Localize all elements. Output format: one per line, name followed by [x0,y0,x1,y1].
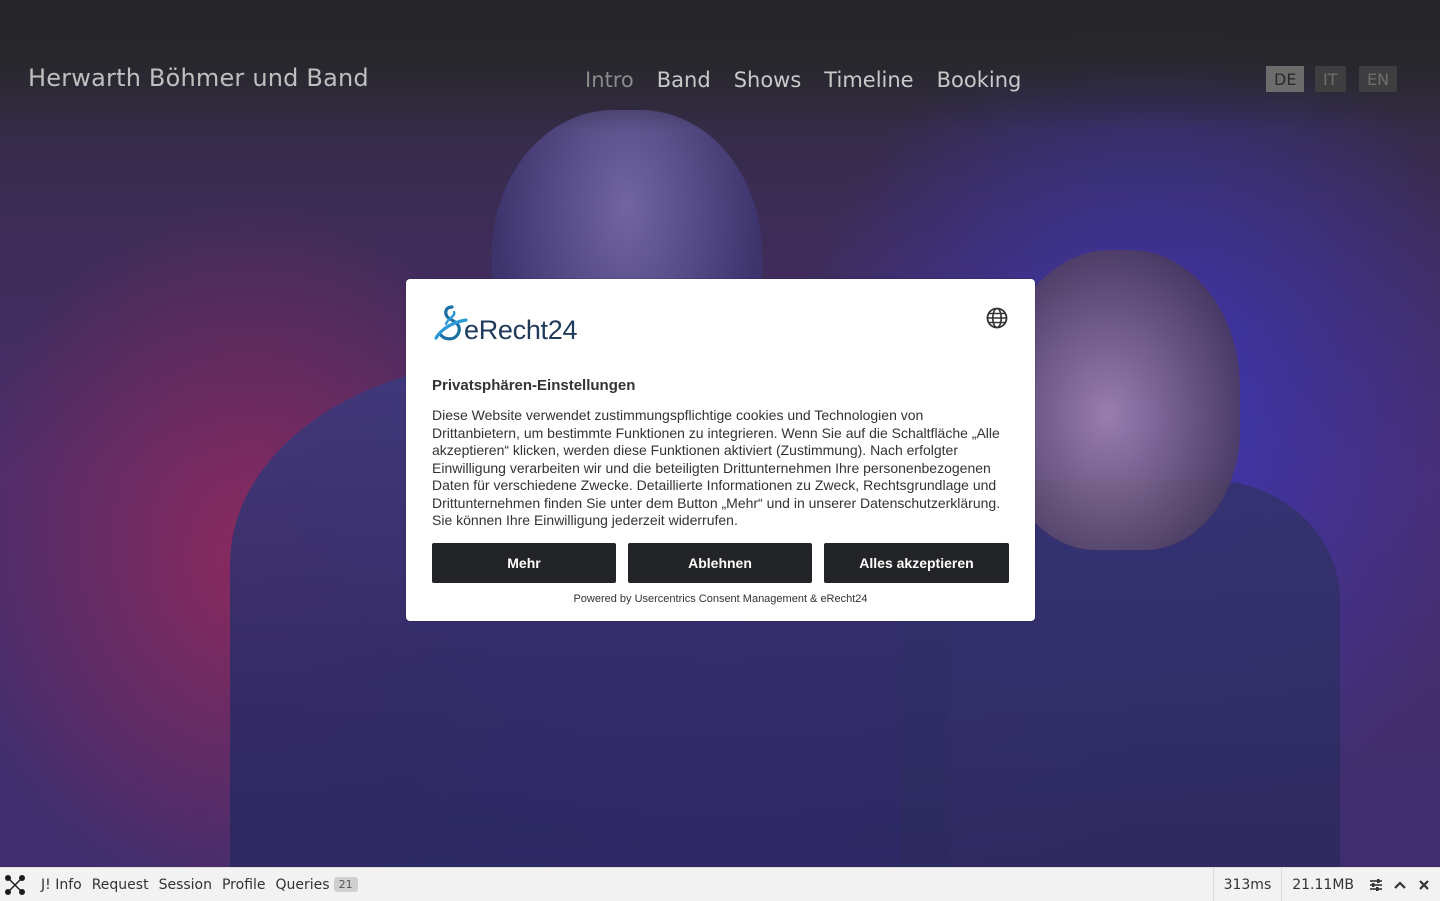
consent-title: Privatsphären-Einstellungen [432,377,636,394]
queries-count-badge: 21 [333,876,358,892]
more-button[interactable]: Mehr [432,543,616,583]
consent-description: Diese Website verwendet zustimmungspflic… [432,407,1001,528]
debug-memory: 21.11MB [1281,868,1364,901]
debug-tab-profile[interactable]: Profile [217,877,271,893]
powered-by-text: Powered by Usercentrics Consent Manageme… [573,593,868,605]
joomla-icon[interactable] [4,874,26,896]
debug-bar-stats: 313ms 21.11MB [1212,868,1440,901]
close-icon[interactable] [1412,868,1436,901]
erecht24-mark-icon [434,305,468,341]
chevron-up-icon[interactable] [1388,868,1412,901]
erecht24-logo-text: eRecht24 [464,315,578,345]
debug-bar: J! Info Request Session Profile Queries 2… [0,867,1440,901]
debug-tab-request[interactable]: Request [87,877,154,893]
debug-tab-session[interactable]: Session [154,877,217,893]
decline-button[interactable]: Ablehnen [628,543,812,583]
consent-dialog: eRecht24 Privatsphären-Einstellungen Die… [406,279,1035,621]
accept-all-button[interactable]: Alles akzeptieren [824,543,1009,583]
erecht24-logo: eRecht24 [432,304,578,345]
consent-overlay: eRecht24 Privatsphären-Einstellungen Die… [0,0,1440,867]
debug-tab-queries-label: Queries [275,876,330,893]
debug-time: 313ms [1212,868,1282,901]
debug-tab-queries[interactable]: Queries 21 [271,876,363,893]
debug-tab-info[interactable]: J! Info [36,877,87,893]
globe-icon[interactable] [986,307,1008,329]
settings-icon[interactable] [1364,868,1388,901]
